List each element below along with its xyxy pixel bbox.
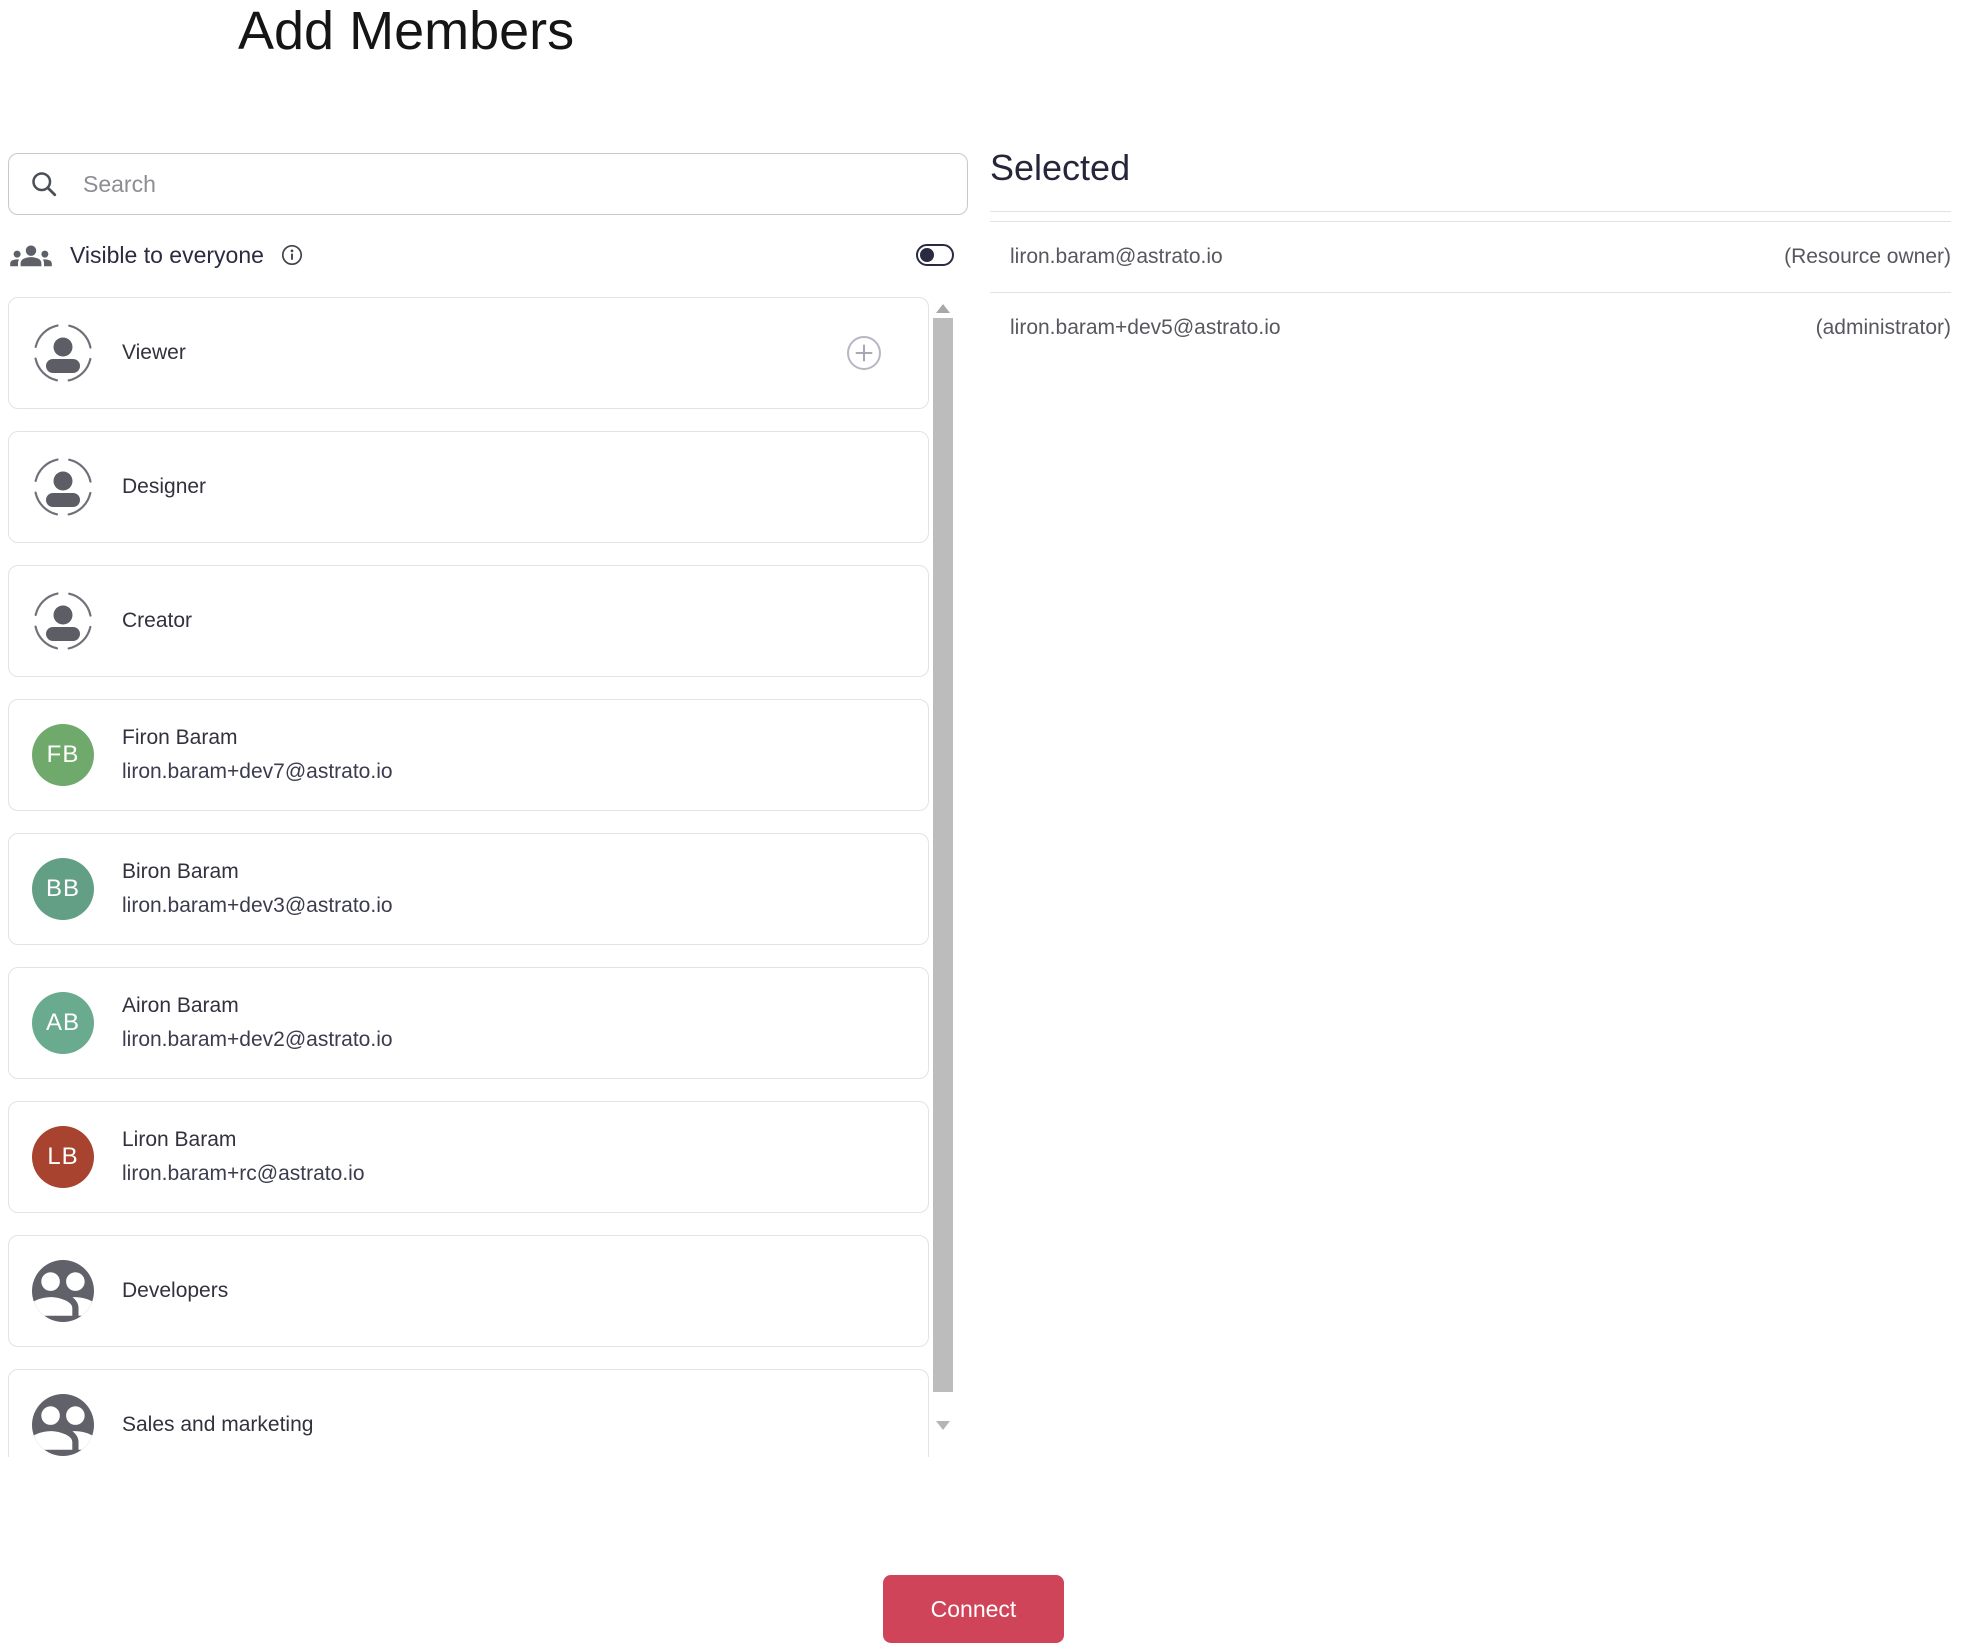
info-icon[interactable] [280, 243, 304, 267]
user-name: Biron Baram [122, 860, 239, 883]
avatar: BB [32, 858, 94, 920]
list-item-group[interactable]: Sales and marketing [8, 1369, 929, 1457]
user-name: Liron Baram [122, 1128, 237, 1151]
groups-icon [10, 242, 52, 268]
person-dashed-icon [32, 456, 94, 518]
avatar: AB [32, 992, 94, 1054]
avatar: FB [32, 724, 94, 786]
visibility-label: Visible to everyone [70, 241, 264, 268]
selected-row: liron.baram+dev5@astrato.io (administrat… [990, 292, 1951, 363]
selected-heading: Selected [990, 147, 1951, 212]
list-item-user[interactable]: AB Airon Baram liron.baram+dev2@astrato.… [8, 967, 929, 1079]
member-list: Viewer Designer Creator FB Firon Baram l… [8, 297, 953, 1457]
search-input[interactable] [81, 169, 947, 199]
scrollbar-thumb[interactable] [933, 318, 953, 1392]
person-dashed-icon [32, 590, 94, 652]
role-label: Creator [122, 609, 193, 632]
user-text: Biron Baram liron.baram+dev3@astrato.io [122, 860, 393, 918]
person-dashed-icon [32, 322, 94, 384]
connect-button[interactable]: Connect [883, 1575, 1064, 1643]
selected-email: liron.baram@astrato.io [1010, 245, 1223, 268]
selected-panel: Selected liron.baram@astrato.io (Resourc… [990, 147, 1951, 363]
list-item-role[interactable]: Designer [8, 431, 929, 543]
plus-circle-icon [847, 336, 881, 370]
list-item-role[interactable]: Creator [8, 565, 929, 677]
search-icon [29, 169, 59, 199]
group-icon [32, 1394, 94, 1456]
selected-rows: liron.baram@astrato.io (Resource owner) … [990, 221, 1951, 363]
list-item-user[interactable]: LB Liron Baram liron.baram+rc@astrato.io [8, 1101, 929, 1213]
user-email: liron.baram+rc@astrato.io [122, 1162, 365, 1185]
user-text: Liron Baram liron.baram+rc@astrato.io [122, 1128, 365, 1186]
scrollbar-up-arrow-icon[interactable] [936, 304, 950, 313]
avatar: LB [32, 1126, 94, 1188]
user-name: Airon Baram [122, 994, 239, 1017]
visibility-row: Visible to everyone [8, 233, 968, 277]
search-box[interactable] [8, 153, 968, 215]
role-label: Designer [122, 475, 207, 498]
selected-row: liron.baram@astrato.io (Resource owner) [990, 221, 1951, 292]
visibility-toggle[interactable] [916, 244, 954, 266]
group-label: Developers [122, 1279, 229, 1302]
selected-email: liron.baram+dev5@astrato.io [1010, 316, 1281, 339]
user-text: Firon Baram liron.baram+dev7@astrato.io [122, 726, 393, 784]
list-item-role[interactable]: Viewer [8, 297, 929, 409]
group-label: Sales and marketing [122, 1413, 314, 1436]
selected-role: (administrator) [1815, 316, 1951, 339]
user-email: liron.baram+dev3@astrato.io [122, 894, 393, 917]
role-label: Viewer [122, 341, 186, 364]
member-cards: Viewer Designer Creator FB Firon Baram l… [8, 297, 929, 1457]
scrollbar-down-arrow-icon[interactable] [936, 1421, 950, 1430]
user-email: liron.baram+dev7@astrato.io [122, 760, 393, 783]
group-icon [32, 1260, 94, 1322]
page-title: Add Members [238, 1, 575, 61]
list-item-user[interactable]: FB Firon Baram liron.baram+dev7@astrato.… [8, 699, 929, 811]
list-item-group[interactable]: Developers [8, 1235, 929, 1347]
user-name: Firon Baram [122, 726, 238, 749]
list-item-user[interactable]: BB Biron Baram liron.baram+dev3@astrato.… [8, 833, 929, 945]
user-text: Airon Baram liron.baram+dev2@astrato.io [122, 994, 393, 1052]
add-member-button[interactable] [846, 335, 882, 371]
user-email: liron.baram+dev2@astrato.io [122, 1028, 393, 1051]
selected-role: (Resource owner) [1784, 245, 1951, 268]
scrollbar [933, 297, 953, 1457]
toggle-knob [920, 248, 934, 262]
